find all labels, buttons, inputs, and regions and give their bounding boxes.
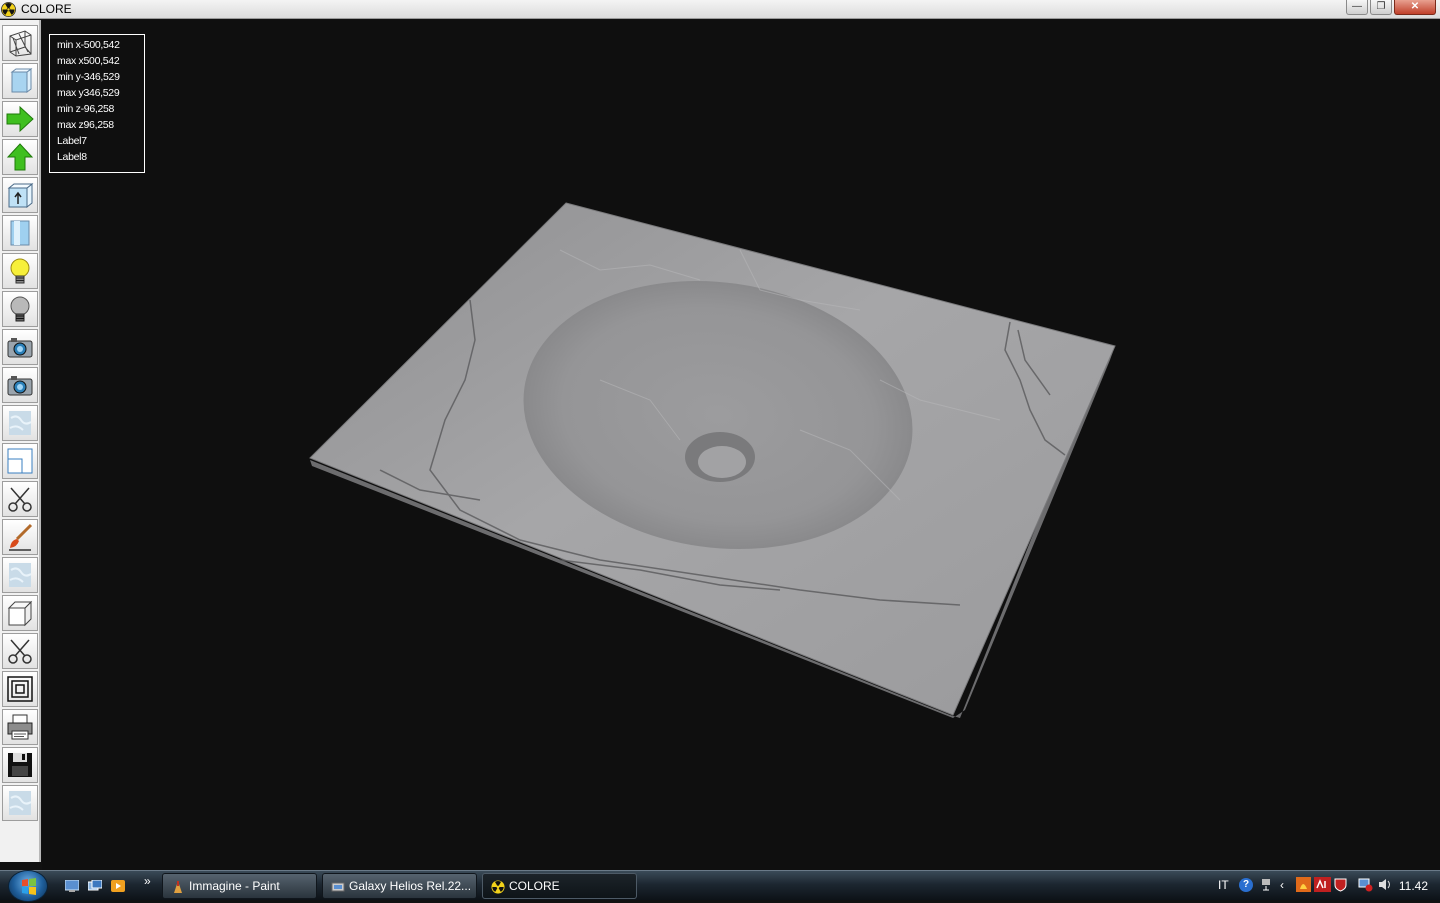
title-bar: COLORE — ❐ ✕ xyxy=(0,0,1440,19)
cube-button[interactable] xyxy=(2,595,38,631)
radiation-app-icon xyxy=(491,880,505,894)
cylinder-button[interactable] xyxy=(2,215,38,251)
paint-app-icon xyxy=(174,881,182,893)
save-button[interactable] xyxy=(2,747,38,783)
min-y-label: min y-346,529 xyxy=(57,71,120,83)
tool-palette xyxy=(0,20,41,862)
texture-icon xyxy=(9,563,32,587)
ati-tray-icon[interactable] xyxy=(1314,877,1331,892)
light-off-button[interactable] xyxy=(2,291,38,327)
media-player-icon[interactable] xyxy=(111,880,125,892)
arrow-up-button[interactable] xyxy=(2,139,38,175)
lightbulb-off-icon xyxy=(10,296,30,322)
paint-brush-icon xyxy=(9,523,33,551)
solid-block-icon xyxy=(10,68,33,93)
arrow-up-icon xyxy=(6,143,34,171)
volume-icon[interactable] xyxy=(1377,877,1392,892)
label8: Label8 xyxy=(57,151,87,163)
windows-logo-icon xyxy=(22,878,36,895)
tray-expand-arrow[interactable]: ‹ xyxy=(1280,878,1284,892)
scissors-icon xyxy=(8,487,32,512)
wireframe-button[interactable] xyxy=(2,25,38,61)
restore-button[interactable]: ❐ xyxy=(1370,0,1392,15)
texture-button-3[interactable] xyxy=(2,785,38,821)
max-x-label: max x500,542 xyxy=(57,55,120,67)
window-title: COLORE xyxy=(21,2,72,16)
clock[interactable]: 11.42 xyxy=(1399,879,1428,893)
cut-button-2[interactable] xyxy=(2,633,38,669)
cut-button-1[interactable] xyxy=(2,481,38,517)
max-z-label: max z96,258 xyxy=(57,119,114,131)
show-desktop-icon[interactable] xyxy=(65,880,79,892)
task-galaxy-helios[interactable]: Galaxy Helios Rel.22... xyxy=(322,873,477,899)
floppy-save-icon xyxy=(8,753,32,777)
network-error-icon[interactable] xyxy=(1358,877,1373,892)
printer-icon xyxy=(7,714,33,740)
lightbulb-on-icon xyxy=(10,258,30,284)
extrude-up-button[interactable] xyxy=(2,177,38,213)
shield-tray-icon[interactable] xyxy=(1333,877,1348,892)
camera-button-2[interactable] xyxy=(2,367,38,403)
min-z-label: min z-96,258 xyxy=(57,103,115,115)
paint-brush-button[interactable] xyxy=(2,519,38,555)
cube-icon xyxy=(7,600,33,627)
start-button[interactable] xyxy=(8,870,48,902)
task-paint[interactable]: Immagine - Paint xyxy=(162,873,317,899)
texture-icon xyxy=(9,411,32,435)
minimize-button[interactable]: — xyxy=(1346,0,1368,15)
cylinder-icon xyxy=(10,220,30,246)
camera-icon xyxy=(7,338,33,358)
help-icon[interactable]: ? xyxy=(1239,878,1253,892)
marble-sink-render xyxy=(309,202,1116,718)
task-colore[interactable]: COLORE xyxy=(482,873,637,899)
arrow-right-icon xyxy=(6,105,34,133)
quicklaunch-more[interactable]: » xyxy=(144,874,151,888)
network-icon[interactable] xyxy=(1261,878,1271,892)
box-up-arrow-icon xyxy=(7,182,34,209)
switch-windows-icon[interactable] xyxy=(88,880,102,892)
camera-icon xyxy=(7,376,33,396)
close-button[interactable]: ✕ xyxy=(1394,0,1436,15)
solid-block-button[interactable] xyxy=(2,63,38,99)
view-window-icon xyxy=(7,448,33,474)
wireframe-icon xyxy=(9,30,32,57)
task-label: Immagine - Paint xyxy=(189,879,280,893)
texture-icon xyxy=(9,791,32,815)
texture-button-2[interactable] xyxy=(2,557,38,593)
scissors-icon xyxy=(8,639,32,664)
label7: Label7 xyxy=(57,135,87,147)
arrow-right-button[interactable] xyxy=(2,101,38,137)
light-on-button[interactable] xyxy=(2,253,38,289)
print-button[interactable] xyxy=(2,709,38,745)
bounds-info-panel: min x-500,542 max x500,542 min y-346,529… xyxy=(49,34,145,173)
task-label: Galaxy Helios Rel.22... xyxy=(349,879,472,893)
camera-button-1[interactable] xyxy=(2,329,38,365)
taskbar: » Immagine - Paint Galaxy Helios Rel.22.… xyxy=(0,870,1440,902)
galaxy-helios-app-icon xyxy=(331,882,345,892)
nested-squares-icon xyxy=(7,676,33,702)
radiation-app-icon xyxy=(1,2,16,17)
3d-viewport[interactable] xyxy=(42,20,1440,870)
task-label: COLORE xyxy=(509,879,560,893)
texture-button-1[interactable] xyxy=(2,405,38,441)
system-tray: IT ? ‹ 11.42 xyxy=(1200,871,1440,901)
flame-tray-icon[interactable] xyxy=(1296,877,1311,892)
language-indicator[interactable]: IT xyxy=(1218,878,1229,892)
view-window-button[interactable] xyxy=(2,443,38,479)
max-y-label: max y346,529 xyxy=(57,87,120,99)
min-x-label: min x-500,542 xyxy=(57,39,120,51)
contour-button[interactable] xyxy=(2,671,38,707)
